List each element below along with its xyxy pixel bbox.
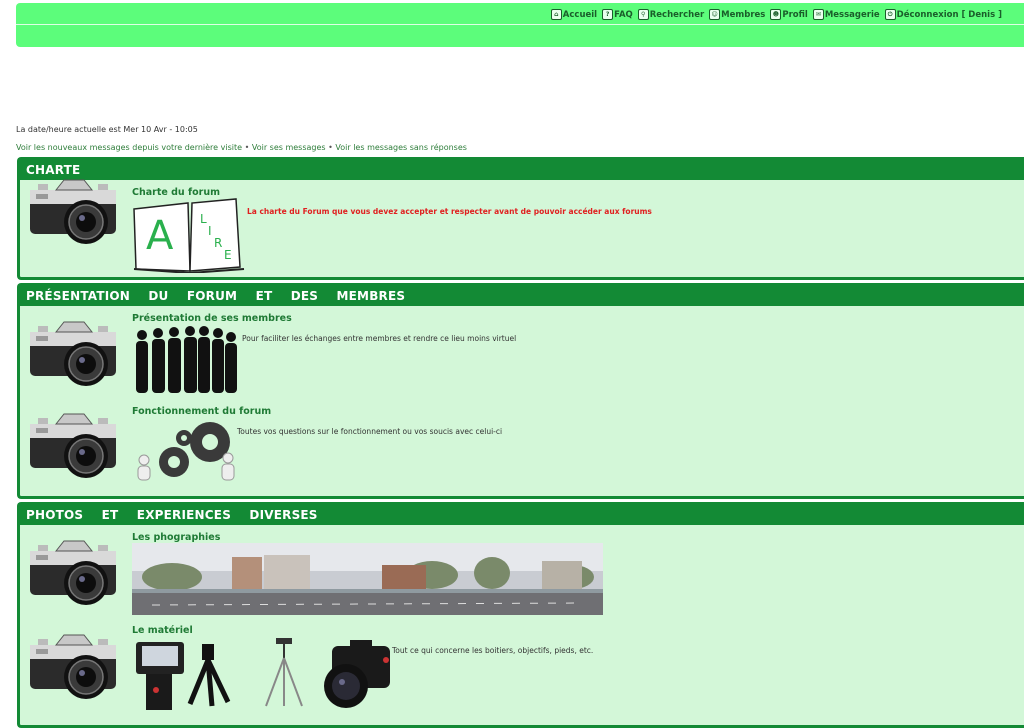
forum-title[interactable]: Fonctionnement du forum <box>132 406 271 417</box>
link-my-messages[interactable]: Voir ses messages <box>252 143 326 152</box>
category-photos: PHOTOS ET EXPERIENCES DIVERSES Les phogr… <box>17 502 1024 728</box>
members-icon: ☺ <box>709 9 721 20</box>
category-title[interactable]: PHOTOS ET EXPERIENCES DIVERSES <box>20 505 1024 525</box>
silhouettes-image <box>136 326 237 393</box>
nav-members[interactable]: ☺ Membres <box>709 9 765 20</box>
nav-mail[interactable]: ✉ Messagerie <box>812 9 880 20</box>
link-unanswered[interactable]: Voir les messages sans réponses <box>335 143 467 152</box>
street-panorama-image <box>132 543 603 615</box>
quick-links: Voir les nouveaux messages depuis votre … <box>16 143 467 152</box>
forum-title[interactable]: Les phographies <box>132 532 220 543</box>
category-charte: CHARTE Charte du forum A L I R E La char… <box>17 157 1024 280</box>
mail-icon: ✉ <box>812 9 824 20</box>
home-icon: ⌂ <box>550 9 562 20</box>
nav-menu: ⌂ Accueil ? FAQ ⚲ Rechercher ☺ Membres ☻ Prof… <box>550 9 1002 20</box>
link-new-messages[interactable]: Voir les nouveaux messages depuis votre … <box>16 143 242 152</box>
book-letter: R <box>214 236 222 250</box>
forum-description: Toutes vos questions sur le fonctionneme… <box>237 427 503 436</box>
nav-search[interactable]: ⚲ Rechercher <box>637 9 704 20</box>
camera-icon <box>28 408 118 480</box>
book-a-lire-image: A L I R E <box>133 198 245 273</box>
book-letter: E <box>224 248 232 262</box>
forum-title[interactable]: Présentation de ses membres <box>132 313 292 324</box>
forum-description: Pour faciliter les échanges entre membre… <box>242 334 517 343</box>
camera-icon <box>28 316 118 388</box>
nav-bar: ⌂ Accueil ? FAQ ⚲ Rechercher ☺ Membres ☻ Prof… <box>16 3 1024 47</box>
forum-description: La charte du Forum que vous devez accept… <box>247 207 652 216</box>
category-title[interactable]: PRÉSENTATION DU FORUM ET DES MEMBRES <box>20 286 1024 306</box>
profile-icon: ☻ <box>770 9 782 20</box>
camera-icon <box>28 629 118 701</box>
forum-description: Tout ce qui concerne les boitiers, objec… <box>392 646 594 655</box>
current-datetime: La date/heure actuelle est Mer 10 Avr - … <box>16 125 198 134</box>
nav-faq[interactable]: ? FAQ <box>602 9 633 20</box>
nav-home[interactable]: ⌂ Accueil <box>550 9 597 20</box>
book-letter: I <box>208 224 212 238</box>
nav-divider <box>16 24 1024 25</box>
nav-profile[interactable]: ☻ Profil <box>770 9 808 20</box>
gears-image <box>137 422 235 481</box>
category-title[interactable]: CHARTE <box>20 160 1024 180</box>
book-letter: A <box>146 213 174 259</box>
book-letter: L <box>200 212 207 226</box>
category-presentation: PRÉSENTATION DU FORUM ET DES MEMBRES Pré… <box>17 283 1024 499</box>
nav-logout[interactable]: ⏻ Déconnexion [ Denis ] <box>884 9 1002 20</box>
camera-icon <box>28 535 118 607</box>
faq-icon: ? <box>602 9 614 20</box>
search-icon: ⚲ <box>637 9 649 20</box>
camera-icon <box>28 174 118 246</box>
logout-icon: ⏻ <box>884 9 896 20</box>
forum-title[interactable]: Le matériel <box>132 625 193 636</box>
equipment-image <box>136 638 390 710</box>
